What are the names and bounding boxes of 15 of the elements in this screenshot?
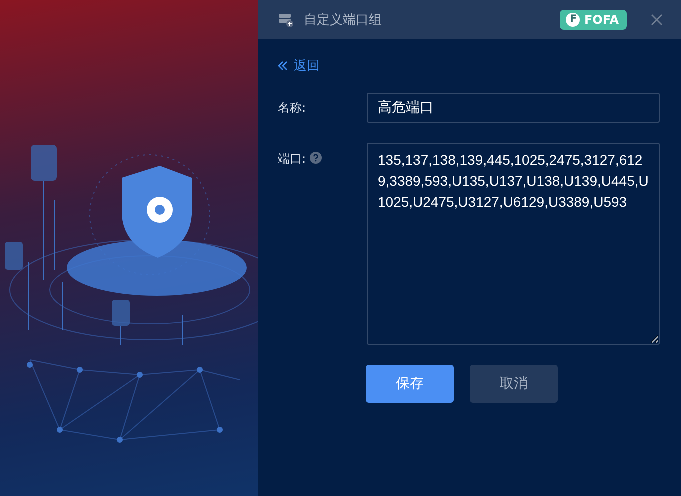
back-link[interactable]: 返回 [278,57,661,75]
server-add-icon [278,12,294,28]
double-chevron-icon [278,61,288,71]
name-input-field[interactable]: 高危端口 [367,93,660,123]
dialog-title: 自定义端口组 [304,12,383,28]
field-label: 端口: [278,151,306,168]
field-label: 名称: [278,100,306,117]
help-icon[interactable] [310,152,322,164]
badge-label: FOFA [584,12,619,26]
close-icon[interactable] [651,14,663,26]
save-button[interactable]: 保存 [366,365,454,403]
cancel-button[interactable]: 取消 [470,365,558,403]
fofa-badge[interactable]: F FOFA [560,10,627,30]
ports-text-area[interactable]: 135,137,138,139,445,1025,2475,3127,6129,3389,593,U135,U137,U138,U139,U445,U1025,U2475,U3127,U6129,U3389,U593 [367,143,660,345]
badge-letter: F [566,12,580,26]
